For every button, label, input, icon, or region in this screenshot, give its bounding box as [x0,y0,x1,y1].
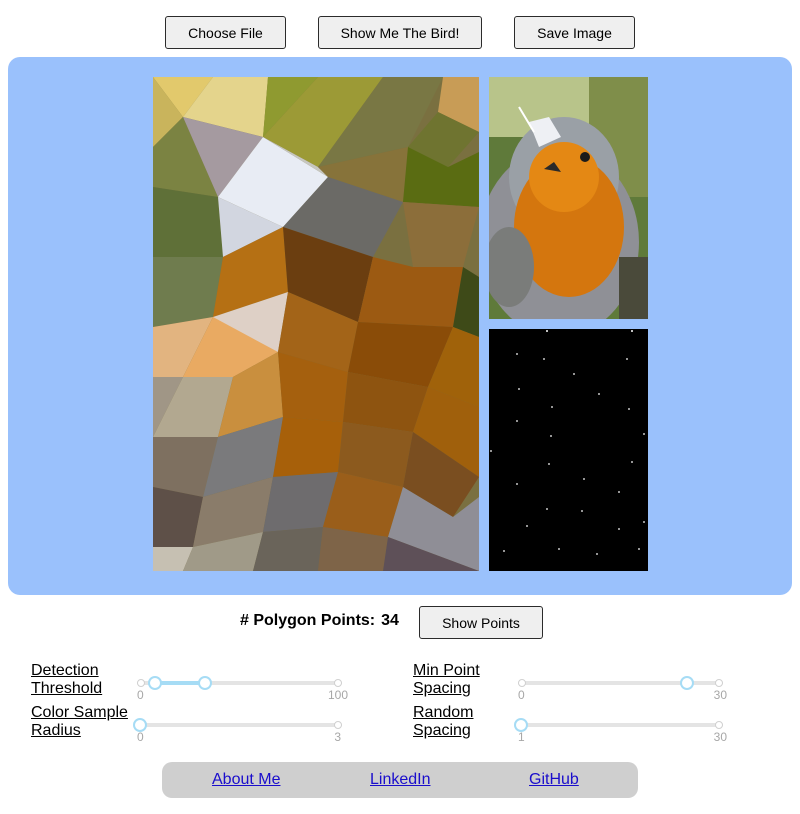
show-points-button[interactable]: Show Points [419,606,543,639]
detection-threshold-label: Detection Threshold [31,662,103,697]
show-bird-button[interactable]: Show Me The Bird! [318,16,482,49]
random-spacing-label: Random Spacing [413,704,474,739]
about-me-link[interactable]: About Me [212,771,280,789]
low-poly-image [153,77,479,571]
polygon-points-value: 34 [381,612,399,629]
linkedin-link[interactable]: LinkedIn [370,771,431,789]
points-preview [489,329,648,571]
bird-photo [489,77,648,319]
footer-links: About Me LinkedIn GitHub [162,762,638,798]
save-image-button[interactable]: Save Image [514,16,635,49]
detection-threshold-low-thumb[interactable] [148,676,162,690]
min-point-spacing-label: Min Point Spacing [413,662,480,697]
min-point-spacing-thumb[interactable] [680,676,694,690]
choose-file-button[interactable]: Choose File [165,16,286,49]
random-spacing-slider[interactable]: 1 30 [514,715,727,745]
color-sample-radius-slider[interactable]: 0 3 [133,715,342,745]
polygon-points-label: # Polygon Points: [240,612,376,629]
polygon-points-count: # Polygon Points: 34 [240,612,399,630]
color-sample-radius-label: Color Sample Radius [31,704,128,739]
detection-threshold-slider[interactable]: 0 100 [137,673,348,703]
min-point-spacing-slider[interactable]: 0 30 [518,673,727,703]
github-link[interactable]: GitHub [529,771,579,789]
detection-threshold-high-thumb[interactable] [198,676,212,690]
